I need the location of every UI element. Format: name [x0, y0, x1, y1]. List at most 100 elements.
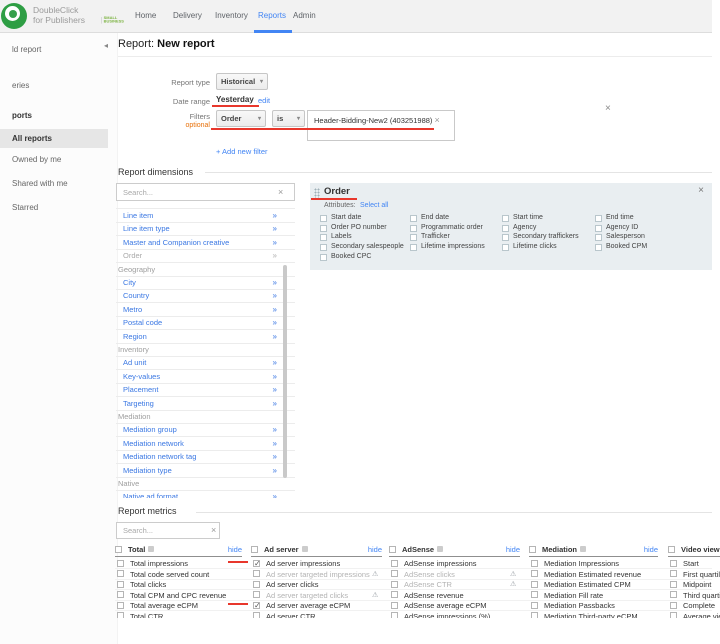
expand-chevron-icon[interactable]: » — [273, 423, 277, 436]
dimension-item-master-and-companion-creative[interactable]: Master and Companion creative» — [116, 236, 295, 250]
expand-chevron-icon[interactable]: » — [273, 464, 277, 477]
column-select-checkbox[interactable] — [251, 546, 258, 553]
dimension-item-mediation-network-tag[interactable]: Mediation network tag» — [116, 450, 295, 464]
sidebar-item-starred[interactable]: Starred — [0, 202, 108, 214]
metric-checkbox-total-average-ecpm[interactable] — [117, 602, 124, 609]
metric-checkbox-mediation-fill-rate[interactable] — [531, 591, 538, 598]
expand-chevron-icon[interactable]: » — [273, 330, 277, 343]
attribute-checkbox-booked-cpm[interactable] — [595, 244, 602, 251]
metric-checkbox-total-ctr[interactable] — [117, 612, 124, 618]
metric-checkbox-ad-server-targeted-impressions[interactable] — [253, 570, 260, 577]
hide-column-link[interactable]: hide — [644, 545, 658, 554]
attribute-checkbox-labels[interactable] — [320, 234, 327, 241]
metrics-search-clear-icon[interactable]: × — [211, 525, 216, 535]
dimension-item-country[interactable]: Country» — [116, 289, 295, 303]
dimension-item-order[interactable]: Order» — [116, 249, 295, 263]
expand-chevron-icon[interactable]: » — [273, 209, 277, 222]
attribute-checkbox-secondary-salespeople[interactable] — [320, 244, 327, 251]
filter-value-box[interactable]: Header-Bidding-New2 (403251988) × — [307, 110, 455, 141]
sidebar-item-ld-report[interactable]: ld report — [0, 44, 108, 56]
attribute-checkbox-secondary-traffickers[interactable] — [502, 234, 509, 241]
sidebar-item-shared-with-me[interactable]: Shared with me — [0, 178, 108, 190]
metric-checkbox-adsense-impressions[interactable] — [391, 560, 398, 567]
select-all-link[interactable]: Select all — [360, 202, 388, 209]
metric-checkbox-adsense-impressions[interactable] — [391, 612, 398, 618]
sidebar-item-ports[interactable]: ports — [0, 110, 108, 122]
report-type-dropdown[interactable]: Historical ▾ — [216, 73, 268, 90]
attribute-checkbox-booked-cpc[interactable] — [320, 254, 327, 261]
metric-checkbox-complete[interactable] — [670, 602, 677, 609]
dimension-item-region[interactable]: Region» — [116, 330, 295, 344]
metric-checkbox-total-code-served-count[interactable] — [117, 570, 124, 577]
metric-checkbox-ad-server-impressions[interactable] — [253, 560, 260, 567]
dimension-item-city[interactable]: City» — [116, 276, 295, 290]
attribute-checkbox-lifetime-impressions[interactable] — [410, 244, 417, 251]
metric-checkbox-total-impressions[interactable] — [117, 560, 124, 567]
dimension-item-ad-unit[interactable]: Ad unit» — [116, 356, 295, 370]
expand-chevron-icon[interactable]: » — [273, 316, 277, 329]
expand-chevron-icon[interactable]: » — [273, 437, 277, 450]
dimension-item-postal-code[interactable]: Postal code» — [116, 316, 295, 330]
sidebar-item-owned-by-me[interactable]: Owned by me — [0, 154, 108, 166]
dimensions-scrollbar-thumb[interactable] — [283, 265, 287, 478]
metric-checkbox-adsense-average-ecpm[interactable] — [391, 602, 398, 609]
expand-chevron-icon[interactable]: » — [273, 289, 277, 302]
nav-item-reports[interactable]: Reports — [258, 11, 286, 20]
dimension-item-line-item-type[interactable]: Line item type» — [116, 222, 295, 236]
nav-item-inventory[interactable]: Inventory — [215, 11, 248, 20]
metric-checkbox-adsense-clicks[interactable] — [391, 570, 398, 577]
attribute-checkbox-end-date[interactable] — [410, 215, 417, 222]
metric-checkbox-adsense-revenue[interactable] — [391, 591, 398, 598]
chip-remove-icon[interactable]: × — [435, 115, 440, 125]
attribute-checkbox-start-time[interactable] — [502, 215, 509, 222]
dimensions-search-clear-icon[interactable]: × — [278, 187, 283, 197]
expand-chevron-icon[interactable]: » — [273, 303, 277, 316]
column-select-checkbox[interactable] — [389, 546, 396, 553]
dimension-item-mediation-network[interactable]: Mediation network» — [116, 437, 295, 451]
hide-column-link[interactable]: hide — [368, 545, 382, 554]
expand-chevron-icon[interactable]: » — [273, 236, 277, 249]
expand-chevron-icon[interactable]: » — [273, 370, 277, 383]
attribute-checkbox-trafficker[interactable] — [410, 234, 417, 241]
hide-column-link[interactable]: hide — [506, 545, 520, 554]
dimension-item-mediation-type[interactable]: Mediation type» — [116, 464, 295, 478]
sidebar-item-eries[interactable]: eries — [0, 80, 108, 92]
dimension-item-placement[interactable]: Placement» — [116, 383, 295, 397]
metric-checkbox-total-clicks[interactable] — [117, 581, 124, 588]
metric-checkbox-mediation-estimated-revenue[interactable] — [531, 570, 538, 577]
date-range-edit-link[interactable]: edit — [258, 96, 270, 105]
filter-field-dropdown[interactable]: Order ▾ — [216, 110, 266, 127]
metric-checkbox-third-quartile[interactable] — [670, 591, 677, 598]
dimension-item-metro[interactable]: Metro» — [116, 303, 295, 317]
add-new-filter-link[interactable]: + Add new filter — [216, 147, 268, 156]
dimension-item-native-ad-format[interactable]: Native ad format» — [116, 490, 295, 498]
metric-checkbox-mediation-passbacks[interactable] — [531, 602, 538, 609]
nav-item-home[interactable]: Home — [135, 11, 156, 20]
dimension-item-mediation-group[interactable]: Mediation group» — [116, 423, 295, 437]
expand-chevron-icon[interactable]: » — [273, 397, 277, 410]
attribute-checkbox-start-date[interactable] — [320, 215, 327, 222]
nav-item-admin[interactable]: Admin — [293, 11, 316, 20]
metric-checkbox-ad-server-targeted-clicks[interactable] — [253, 591, 260, 598]
column-select-checkbox[interactable] — [668, 546, 675, 553]
expand-chevron-icon[interactable]: » — [273, 222, 277, 235]
metric-checkbox-mediation-estimated-cpm[interactable] — [531, 581, 538, 588]
metric-checkbox-ad-server-ctr[interactable] — [253, 612, 260, 618]
expand-chevron-icon[interactable]: » — [273, 249, 277, 262]
attribute-checkbox-order-po-number[interactable] — [320, 225, 327, 232]
nav-item-delivery[interactable]: Delivery — [173, 11, 202, 20]
expand-chevron-icon[interactable]: » — [273, 490, 277, 498]
metric-checkbox-mediation-third-party-ecpm[interactable] — [531, 612, 538, 618]
sidebar-item-all-reports[interactable]: All reports — [0, 129, 108, 148]
filter-remove-icon[interactable]: × — [605, 103, 611, 114]
metric-checkbox-first-quartile[interactable] — [670, 570, 677, 577]
metric-checkbox-ad-server-clicks[interactable] — [253, 581, 260, 588]
expand-chevron-icon[interactable]: » — [273, 356, 277, 369]
metrics-search-input[interactable] — [116, 522, 220, 539]
order-panel-close-icon[interactable]: × — [698, 185, 704, 196]
attribute-checkbox-agency-id[interactable] — [595, 225, 602, 232]
hide-column-link[interactable]: hide — [228, 545, 242, 554]
expand-chevron-icon[interactable]: » — [273, 450, 277, 463]
metric-checkbox-mediation-impressions[interactable] — [531, 560, 538, 567]
filter-operator-dropdown[interactable]: is ▾ — [272, 110, 305, 127]
